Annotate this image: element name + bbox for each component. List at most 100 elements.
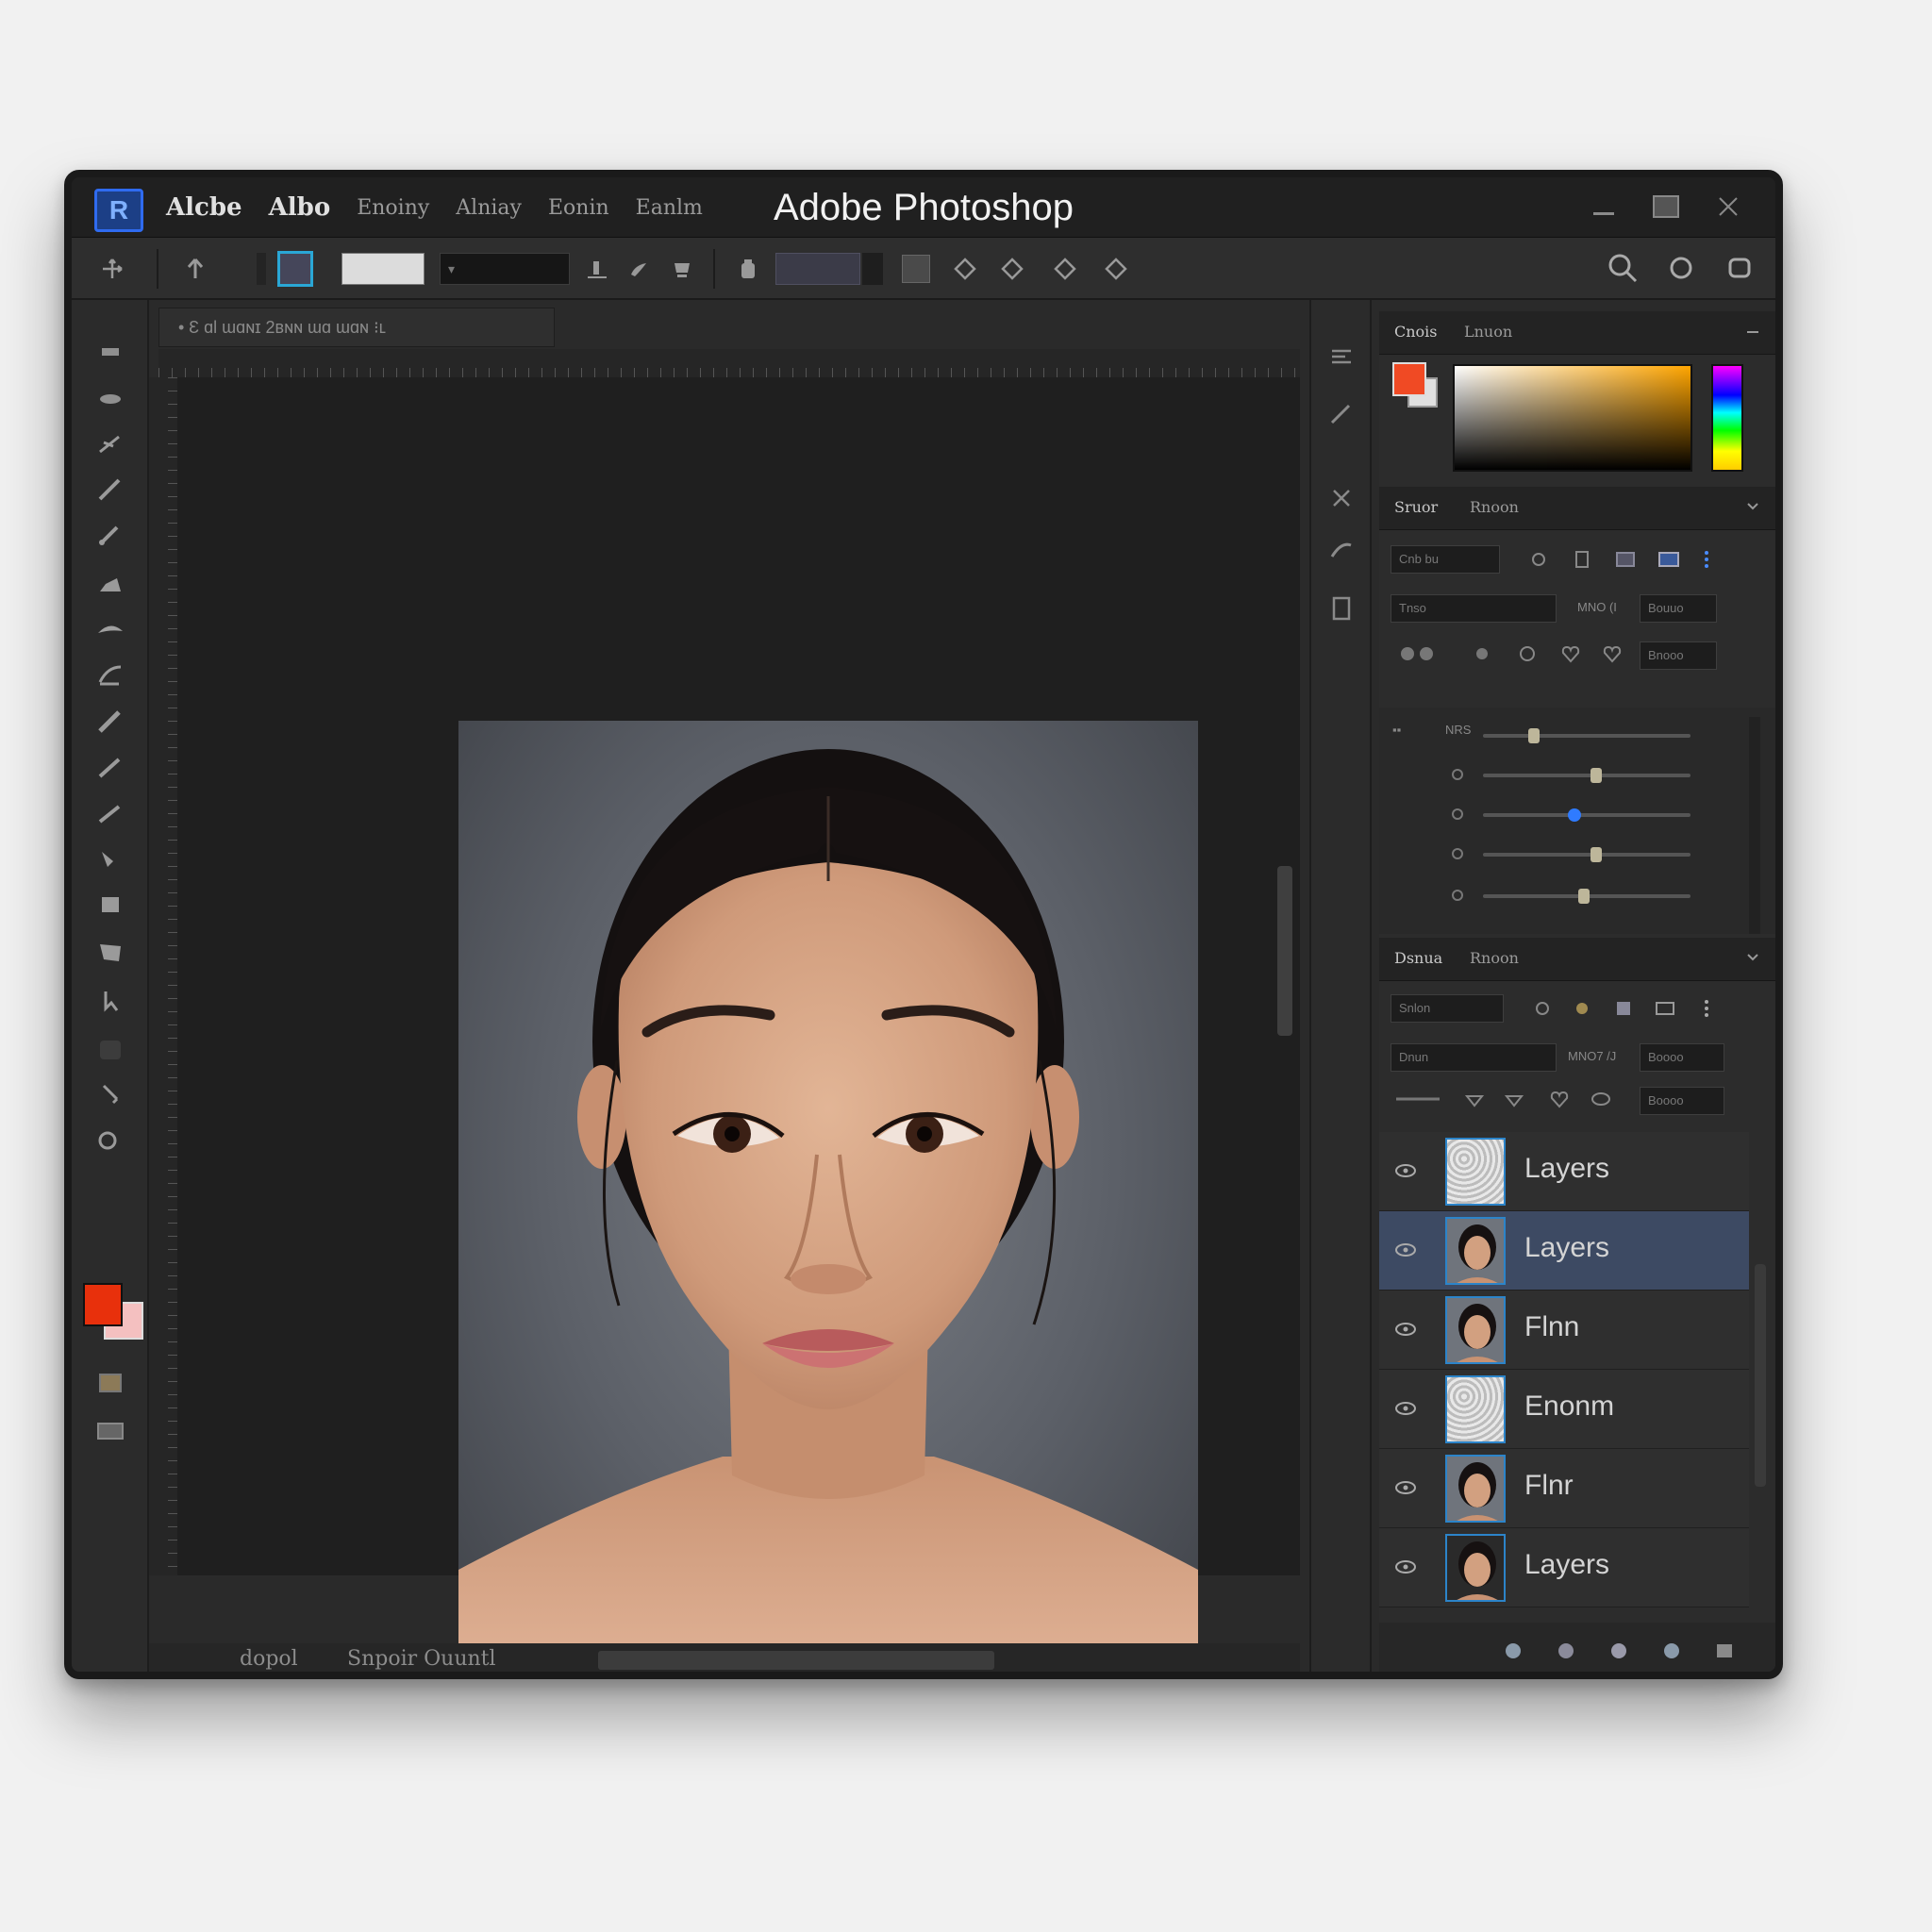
brush-panel-button[interactable]	[1323, 394, 1360, 432]
tool-marquee[interactable]	[91, 381, 130, 415]
slider-track-5[interactable]	[1483, 889, 1690, 904]
option-icon-1[interactable]	[581, 251, 613, 287]
tool-gradient[interactable]	[91, 840, 130, 874]
clipboard-panel-button[interactable]	[1323, 589, 1360, 626]
option-value-field[interactable]	[775, 253, 860, 285]
transform-icon-1[interactable]	[949, 251, 981, 287]
move-tool-option[interactable]	[96, 251, 128, 287]
close-button[interactable]	[1704, 187, 1753, 226]
tool-zoom[interactable]	[91, 1126, 130, 1160]
lock-artboard-icon[interactable]	[1502, 1087, 1526, 1111]
canvas-area[interactable]	[177, 377, 1300, 1672]
shape-filter-icon[interactable]	[1653, 996, 1677, 1021]
link-layers-icon[interactable]	[1589, 1087, 1613, 1111]
actions-panel-button[interactable]	[1323, 532, 1360, 570]
mask-footer-icon[interactable]	[1607, 1640, 1630, 1662]
page-icon[interactable]	[1570, 547, 1594, 572]
menu-item-brand-2[interactable]: Albo	[269, 193, 331, 222]
option-square[interactable]	[902, 255, 930, 283]
tool-quick-mask[interactable]	[91, 1366, 130, 1400]
chevron-down-icon[interactable]	[1743, 496, 1762, 515]
filter-icon[interactable]	[1530, 996, 1555, 1021]
navigator-panel-button[interactable]	[1323, 479, 1360, 517]
tool-history-brush[interactable]	[91, 749, 130, 783]
tab-adjust-2[interactable]: Rnoon	[1470, 498, 1519, 516]
transform-icon-4[interactable]	[1100, 251, 1132, 287]
option-icon-4[interactable]	[732, 251, 764, 287]
tab-adjust-1[interactable]: Sruor	[1394, 498, 1438, 516]
visibility-eye-icon[interactable]	[1394, 1321, 1417, 1338]
vertical-scrollbar[interactable]	[1277, 866, 1292, 1036]
tab-color[interactable]: Cnois	[1394, 323, 1438, 341]
tool-screen-mode[interactable]	[91, 1413, 130, 1447]
layer-row[interactable]: Enonm	[1379, 1370, 1749, 1449]
option-icon-2[interactable]	[623, 251, 655, 287]
slider-knob-2[interactable]	[1591, 768, 1603, 783]
layer-row[interactable]: Flnr	[1379, 1449, 1749, 1528]
history-panel-button[interactable]	[1323, 338, 1360, 375]
layers-scrollbar[interactable]	[1755, 1264, 1766, 1487]
slider-track-4[interactable]	[1483, 847, 1690, 862]
foreground-color-swatch[interactable]	[83, 1283, 123, 1326]
option-icon-3[interactable]	[666, 251, 698, 287]
rounded-square-icon[interactable]	[1723, 251, 1757, 285]
layer-row[interactable]: Layers	[1379, 1132, 1749, 1211]
lock-position-icon[interactable]	[1462, 1087, 1487, 1111]
zoom-readout[interactable]: dopol	[240, 1647, 298, 1671]
search-icon[interactable]	[1606, 251, 1640, 285]
tool-lasso[interactable]	[91, 426, 130, 460]
more-vertical-icon[interactable]	[1694, 996, 1719, 1021]
adjust-field-3[interactable]: Bouuo	[1640, 594, 1717, 623]
visibility-eye-icon[interactable]	[1394, 1241, 1417, 1258]
slider-knob-5[interactable]	[1578, 889, 1591, 904]
maximize-button[interactable]	[1641, 187, 1690, 226]
option-spinner[interactable]	[862, 253, 883, 285]
slider-track-1[interactable]	[1483, 728, 1690, 743]
more-vertical-icon[interactable]	[1694, 547, 1719, 572]
fill-field[interactable]: Boooo	[1640, 1087, 1724, 1115]
tool-clone-stamp[interactable]	[91, 704, 130, 738]
tab-layers[interactable]: Dsnua	[1394, 949, 1442, 967]
tool-magic-wand[interactable]	[91, 472, 130, 506]
slider-knob-3[interactable]	[1568, 808, 1582, 822]
menu-item-5[interactable]: Eonin	[548, 196, 609, 220]
circle-icon[interactable]	[1664, 251, 1698, 285]
layers-search[interactable]: Snlon	[1391, 994, 1504, 1023]
new-layer-icon[interactable]	[1713, 1640, 1736, 1662]
adjust-field-1[interactable]: Cnb bu	[1391, 545, 1500, 574]
heart-icon[interactable]	[1600, 641, 1624, 666]
image-icon[interactable]	[1613, 547, 1638, 572]
frame-icon[interactable]	[1657, 547, 1681, 572]
arrow-option[interactable]	[179, 251, 211, 287]
layer-row[interactable]: Flnn	[1379, 1291, 1749, 1370]
menu-item-3[interactable]: Enoiny	[357, 196, 429, 220]
chevron-down-icon[interactable]	[1743, 947, 1762, 966]
panel-foreground-swatch[interactable]	[1392, 362, 1426, 396]
circle-small-icon[interactable]	[1526, 547, 1551, 572]
lock-pixels-icon[interactable]	[1392, 1087, 1443, 1111]
tool-shape[interactable]	[91, 1032, 130, 1066]
adjust-scrollbar[interactable]	[1749, 717, 1760, 934]
tool-brush[interactable]	[91, 657, 130, 691]
tool-healing[interactable]	[91, 611, 130, 645]
minimize-button[interactable]	[1579, 187, 1628, 226]
type-filter-icon[interactable]	[1611, 996, 1636, 1021]
heart-icon[interactable]	[1558, 641, 1583, 666]
visibility-eye-icon[interactable]	[1394, 1162, 1417, 1179]
visibility-eye-icon[interactable]	[1394, 1479, 1417, 1496]
layer-row[interactable]: Layers	[1379, 1211, 1749, 1291]
blend-mode-select[interactable]: Dnun	[1391, 1043, 1557, 1072]
slider-knob-4[interactable]	[1591, 847, 1603, 862]
slider-knob-1[interactable]	[1528, 728, 1541, 743]
tool-hand[interactable]	[91, 1077, 130, 1111]
menu-item-brand-1[interactable]: Alcbe	[166, 193, 242, 222]
adjust-field-4[interactable]: Bnooo	[1640, 641, 1717, 670]
tool-crop[interactable]	[91, 517, 130, 551]
fx-footer-icon[interactable]	[1555, 1640, 1577, 1662]
fx-icon[interactable]	[1470, 641, 1494, 666]
app-logo[interactable]: R	[94, 189, 143, 232]
horizontal-scrollbar[interactable]	[598, 1651, 994, 1670]
visibility-eye-icon[interactable]	[1394, 1558, 1417, 1575]
hue-slider[interactable]	[1711, 364, 1743, 472]
color-picker-field[interactable]	[1453, 364, 1692, 472]
